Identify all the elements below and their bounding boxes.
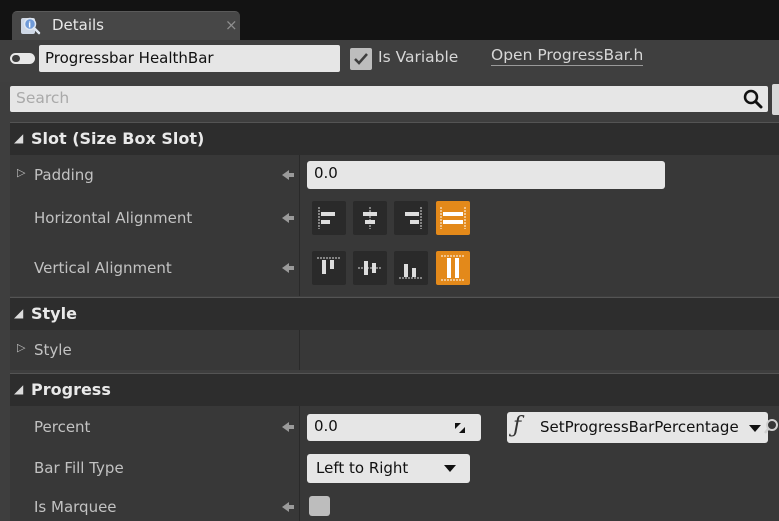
property-label: Percent: [34, 418, 91, 436]
padding-input[interactable]: 0.0: [307, 161, 665, 189]
reset-to-default-icon[interactable]: [280, 211, 296, 225]
section-slot-header[interactable]: ◢ Slot (Size Box Slot): [10, 122, 779, 155]
property-label: Padding: [34, 166, 94, 184]
chevron-down-icon: [749, 425, 761, 432]
column-divider: [299, 486, 300, 521]
binding-function-name: SetProgressBarPercentage: [540, 418, 739, 436]
property-label: Style: [34, 341, 72, 359]
valign-bottom-button[interactable]: [394, 251, 428, 285]
view-options-button[interactable]: [772, 84, 779, 115]
property-row-percent: Percent 0.0 ƒ SetProgressBarPercentage: [10, 406, 779, 448]
widget-type-icon: [10, 53, 35, 64]
tab-details[interactable]: i Details ×: [12, 11, 240, 40]
column-divider: [299, 330, 300, 370]
property-label: Bar Fill Type: [34, 459, 124, 477]
open-source-link[interactable]: Open ProgressBar.h: [491, 46, 644, 66]
halign-right-button[interactable]: [394, 201, 428, 235]
halign-fill-button[interactable]: [436, 201, 470, 235]
close-icon[interactable]: ×: [225, 17, 238, 33]
column-divider: [299, 195, 300, 242]
property-row-padding: ▷ Padding 0.0: [10, 155, 779, 195]
halign-left-button[interactable]: [312, 201, 346, 235]
align-fill-icon: [440, 207, 466, 229]
expand-arrow-icon[interactable]: ▷: [17, 341, 25, 354]
property-row-bar-fill-type: Bar Fill Type Left to Right: [10, 448, 779, 486]
reset-to-default-icon[interactable]: [280, 420, 296, 434]
section-title: Slot (Size Box Slot): [31, 129, 205, 148]
collapse-arrow-icon: ◢: [14, 131, 24, 145]
tab-bar: i Details ×: [0, 0, 779, 40]
section-style-header[interactable]: ◢ Style: [10, 297, 779, 330]
column-divider: [299, 155, 300, 195]
widget-name-input[interactable]: Progressbar HealthBar: [39, 45, 340, 72]
is-variable-checkbox[interactable]: [350, 48, 372, 70]
section-title: Style: [31, 304, 77, 323]
section-title: Progress: [31, 380, 111, 399]
percent-value: 0.0: [314, 417, 338, 435]
details-magnifier-icon: i: [20, 16, 42, 36]
search-input[interactable]: Search: [10, 86, 768, 112]
valign-top-button[interactable]: [312, 251, 346, 285]
percent-input[interactable]: 0.0: [307, 414, 481, 441]
column-divider: [299, 448, 300, 486]
expand-arrow-icon[interactable]: ▷: [17, 166, 25, 179]
spin-drag-icon[interactable]: [453, 422, 467, 434]
svg-text:i: i: [28, 21, 31, 30]
align-fill-vertical-icon: [441, 255, 465, 281]
align-right-icon: [405, 207, 422, 229]
column-divider: [299, 406, 300, 448]
details-panel: Progressbar HealthBar Is Variable Open P…: [0, 40, 779, 521]
property-row-horizontal-alignment: Horizontal Alignment: [10, 195, 779, 242]
property-label: Horizontal Alignment: [34, 209, 193, 227]
is-marquee-checkbox[interactable]: [309, 496, 330, 516]
property-row-vertical-alignment: Vertical Alignment: [10, 242, 779, 296]
collapse-arrow-icon: ◢: [14, 306, 24, 320]
property-row-is-marquee: Is Marquee: [10, 486, 779, 521]
align-top-icon: [317, 257, 341, 274]
reset-to-default-icon[interactable]: [280, 500, 296, 514]
search-icon[interactable]: [742, 89, 764, 113]
browse-search-icon[interactable]: [764, 418, 779, 436]
property-label: Vertical Alignment: [34, 259, 172, 277]
property-label: Is Marquee: [34, 498, 117, 516]
is-variable-label: Is Variable: [378, 48, 459, 66]
align-bottom-icon: [399, 264, 423, 279]
function-icon: ƒ: [513, 413, 522, 438]
property-binding-dropdown[interactable]: ƒ SetProgressBarPercentage: [507, 412, 768, 443]
reset-to-default-icon[interactable]: [280, 168, 296, 182]
reset-to-default-icon[interactable]: [280, 261, 296, 275]
section-progress-header[interactable]: ◢ Progress: [10, 373, 779, 406]
halign-center-button[interactable]: [353, 201, 387, 235]
collapse-arrow-icon: ◢: [14, 382, 24, 396]
widget-header-row: Progressbar HealthBar Is Variable Open P…: [0, 40, 779, 82]
valign-center-button[interactable]: [353, 251, 387, 285]
align-left-icon: [318, 207, 335, 229]
column-divider: [299, 242, 300, 296]
property-row-style: ▷ Style: [10, 330, 779, 370]
bar-fill-type-value: Left to Right: [316, 459, 409, 477]
search-placeholder: Search: [16, 89, 70, 107]
valign-fill-button[interactable]: [436, 251, 470, 285]
align-middle-icon: [358, 261, 382, 275]
tab-title: Details: [52, 16, 105, 34]
bar-fill-type-dropdown[interactable]: Left to Right: [307, 454, 470, 483]
align-center-icon: [363, 207, 377, 229]
chevron-down-icon: [444, 465, 456, 472]
checkmark-icon: [354, 53, 368, 65]
